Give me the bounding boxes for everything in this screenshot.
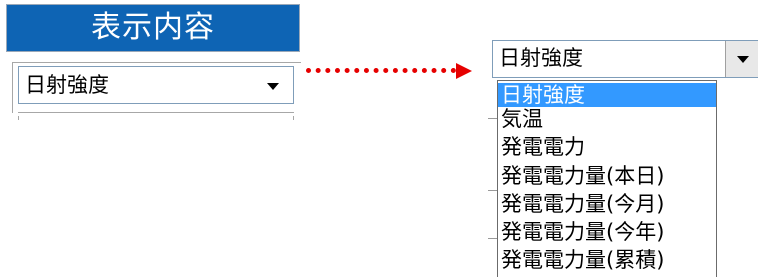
underlay-tick bbox=[488, 238, 497, 239]
dropdown-list: 日射強度 気温 発電電力 発電電力量(本日) 発電電力量(今月) 発電電力量(今… bbox=[497, 80, 717, 277]
divider bbox=[18, 112, 294, 113]
underlay-tick bbox=[488, 118, 497, 119]
divider bbox=[18, 116, 294, 120]
dropdown-option[interactable]: 発電電力量(累積) bbox=[498, 248, 716, 272]
dropdown-option[interactable]: 日射強度 bbox=[498, 83, 716, 107]
display-content-dropdown[interactable]: 日射強度 bbox=[492, 40, 758, 78]
dropdown-option[interactable]: 気温 bbox=[498, 107, 716, 131]
dropdown-option[interactable]: 発電電力 bbox=[498, 135, 716, 159]
dropdown-option[interactable]: 発電電力量(本日) bbox=[498, 164, 716, 188]
dropdown-value: 日射強度 bbox=[499, 46, 583, 70]
chevron-down-icon[interactable] bbox=[267, 83, 279, 90]
dropdown-option[interactable]: 発電電力量(今年) bbox=[498, 220, 716, 244]
select-value: 日射強度 bbox=[25, 73, 109, 97]
dropdown-option[interactable]: 発電電力量(今月) bbox=[498, 192, 716, 216]
chevron-down-icon bbox=[737, 56, 749, 63]
display-content-panel: 表示内容 日射強度 bbox=[6, 4, 301, 122]
dropdown-button[interactable] bbox=[725, 41, 758, 77]
arrow-head-icon bbox=[456, 63, 472, 79]
display-content-select[interactable]: 日射強度 bbox=[18, 66, 294, 104]
dotted-arrow-line bbox=[306, 68, 456, 73]
panel-header: 表示内容 bbox=[6, 4, 300, 52]
underlay-tick bbox=[488, 190, 497, 191]
